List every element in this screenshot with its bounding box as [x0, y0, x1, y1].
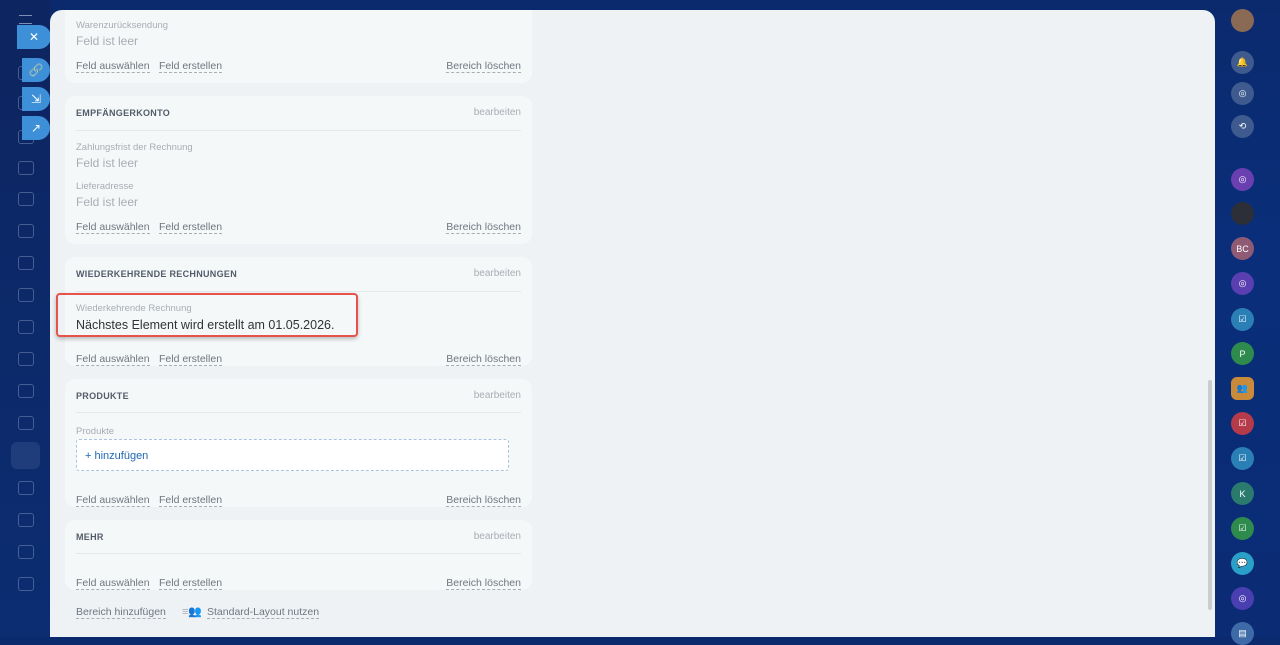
- task-chat-icon[interactable]: ☑: [1231, 308, 1254, 331]
- copilot-chat-icon[interactable]: ◎: [1231, 272, 1254, 295]
- section-title: MEHR: [76, 532, 104, 542]
- scrollbar[interactable]: [1208, 380, 1212, 610]
- field-label: Produkte: [76, 426, 115, 437]
- open-new-window-button[interactable]: ↗: [22, 116, 50, 140]
- copilot-icon[interactable]: ◎: [1231, 82, 1254, 105]
- mail-icon[interactable]: [18, 320, 34, 334]
- create-field-link[interactable]: Feld erstellen: [159, 221, 223, 234]
- section-recipient-account: EMPFÄNGERKONTO bearbeiten Zahlungsfrist …: [65, 96, 532, 244]
- delete-section-link[interactable]: Bereich löschen: [446, 60, 521, 73]
- section-products: PRODUKTE bearbeiten Produkte + hinzufüge…: [65, 379, 532, 507]
- create-field-link[interactable]: Feld erstellen: [159, 60, 223, 73]
- edit-section-link[interactable]: bearbeiten: [474, 390, 521, 401]
- messages-icon[interactable]: 💬: [1231, 552, 1254, 575]
- sites-icon[interactable]: [18, 545, 34, 559]
- copy-link-button[interactable]: 🔗: [22, 58, 50, 82]
- task-chat-icon[interactable]: ☑: [1231, 447, 1254, 470]
- field-label: Warenzurücksendung: [76, 20, 169, 31]
- section-title: EMPFÄNGERKONTO: [76, 108, 171, 118]
- badge-text: P: [1239, 348, 1246, 359]
- menu-icon[interactable]: [19, 15, 32, 24]
- store-icon[interactable]: [18, 416, 34, 430]
- select-field-link[interactable]: Feld auswählen: [76, 60, 150, 73]
- field-label: Zahlungsfrist der Rechnung: [76, 142, 193, 153]
- badge-text: K: [1239, 488, 1246, 499]
- edit-section-link[interactable]: bearbeiten: [474, 107, 521, 118]
- select-field-link[interactable]: Feld auswählen: [76, 221, 150, 234]
- copilot-chat-icon[interactable]: ◎: [1231, 587, 1254, 610]
- divider: [76, 553, 521, 554]
- create-field-link[interactable]: Feld erstellen: [159, 494, 223, 507]
- badge-text: BC: [1236, 243, 1249, 254]
- chat-search-icon[interactable]: ⟲: [1231, 115, 1254, 138]
- divider: [76, 130, 521, 131]
- chat-icon[interactable]: [18, 352, 34, 366]
- document-icon[interactable]: [18, 513, 34, 527]
- field-value: Feld ist leer: [76, 195, 139, 209]
- board-icon[interactable]: [18, 256, 34, 270]
- field-value: Feld ist leer: [76, 156, 139, 170]
- add-product-button[interactable]: + hinzufügen: [76, 439, 509, 471]
- select-field-link[interactable]: Feld auswählen: [76, 577, 150, 590]
- crm-filter-icon[interactable]: [11, 442, 40, 469]
- section-more: MEHR bearbeiten Feld auswählen Feld erst…: [65, 520, 532, 590]
- standard-layout-link[interactable]: Standard-Layout nutzen: [207, 606, 320, 619]
- create-field-link[interactable]: Feld erstellen: [159, 353, 223, 366]
- add-product-label: + hinzufügen: [85, 450, 149, 462]
- task-chat-icon[interactable]: ☑: [1231, 412, 1254, 435]
- delete-section-link[interactable]: Bereich löschen: [446, 494, 521, 507]
- section-title: WIEDERKEHRENDE RECHNUNGEN: [76, 269, 238, 279]
- select-field-link[interactable]: Feld auswählen: [76, 353, 150, 366]
- delete-section-link[interactable]: Bereich löschen: [446, 577, 521, 590]
- section-title: PRODUKTE: [76, 391, 129, 401]
- users-layout-icon: ≡👥: [182, 606, 203, 618]
- edit-section-link[interactable]: bearbeiten: [474, 268, 521, 279]
- delete-section-link[interactable]: Bereich löschen: [446, 353, 521, 366]
- divider: [76, 291, 521, 292]
- sign-icon[interactable]: [18, 384, 34, 398]
- contact-badge-bc[interactable]: BC: [1231, 237, 1254, 260]
- calendar-icon[interactable]: [18, 192, 34, 206]
- highlight-box: [56, 293, 358, 337]
- edit-section-link[interactable]: bearbeiten: [474, 531, 521, 542]
- create-field-link[interactable]: Feld erstellen: [159, 577, 223, 590]
- cart-icon[interactable]: [18, 481, 34, 495]
- contact-badge-p[interactable]: P: [1231, 342, 1254, 365]
- drive-icon[interactable]: [18, 224, 34, 238]
- notifications-icon[interactable]: 🔔: [1231, 51, 1254, 74]
- contact-badge-k[interactable]: K: [1231, 482, 1254, 505]
- field-label: Lieferadresse: [76, 181, 134, 192]
- more-icon[interactable]: [18, 577, 34, 591]
- select-field-link[interactable]: Feld auswählen: [76, 494, 150, 507]
- contact-avatar[interactable]: [1231, 202, 1254, 225]
- minimize-button[interactable]: ⇲: [22, 87, 50, 111]
- task-chat-icon[interactable]: ☑: [1231, 517, 1254, 540]
- field-value: Feld ist leer: [76, 34, 139, 48]
- section-returns: Warenzurücksendung Feld ist leer Feld au…: [65, 10, 532, 83]
- slider-panel: Warenzurücksendung Feld ist leer Feld au…: [50, 10, 1215, 637]
- tasks-icon[interactable]: [18, 288, 34, 302]
- delete-section-link[interactable]: Bereich löschen: [446, 221, 521, 234]
- copilot-chat-icon[interactable]: ◎: [1231, 168, 1254, 191]
- divider: [76, 412, 521, 413]
- add-section-link[interactable]: Bereich hinzufügen: [76, 606, 166, 619]
- user-avatar[interactable]: [1231, 9, 1254, 32]
- close-button[interactable]: ✕: [17, 25, 51, 49]
- feed-icon[interactable]: [18, 161, 34, 175]
- contact-card-icon[interactable]: ▤: [1231, 622, 1254, 645]
- group-chat-icon[interactable]: 👥: [1231, 377, 1254, 400]
